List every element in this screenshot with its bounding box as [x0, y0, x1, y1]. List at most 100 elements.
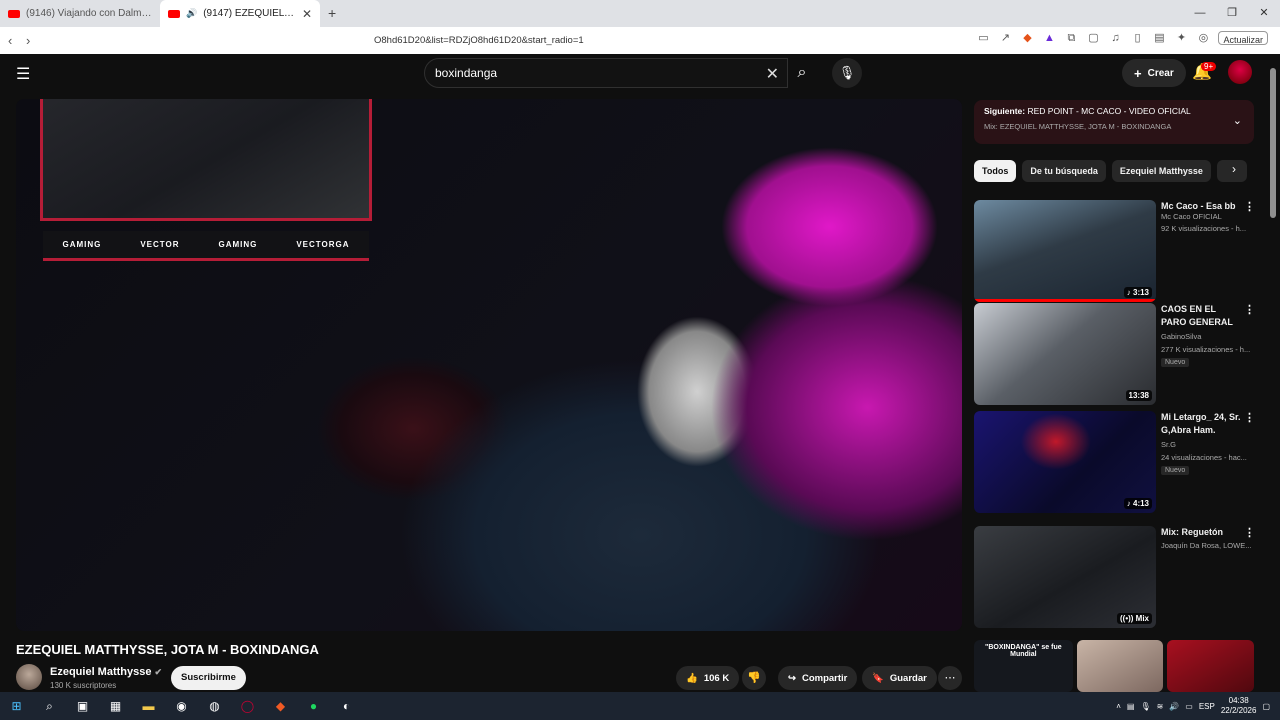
channel-name[interactable]: Ezequiel Matthysse: [50, 666, 151, 678]
page-scrollbar[interactable]: [1270, 62, 1276, 692]
close-window-button[interactable]: ✕: [1248, 0, 1280, 27]
wifi-icon[interactable]: ≋: [1157, 702, 1164, 711]
account-avatar[interactable]: [1228, 60, 1252, 84]
shorts-row: "BOXINDANGA" se fue Mundial: [974, 640, 1254, 692]
battery-icon[interactable]: ▭: [1185, 702, 1193, 711]
url-field[interactable]: O8hd61D20&list=RDZjO8hd61D20&start_radio…: [374, 35, 584, 46]
create-button[interactable]: + Crear: [1122, 59, 1186, 87]
app-icon[interactable]: ◯: [231, 692, 264, 720]
up-next-card[interactable]: Siguiente: RED POINT - MC CACO - VIDEO O…: [974, 100, 1254, 144]
video-thumbnail[interactable]: ♪ 4:13: [974, 411, 1156, 513]
twitter-social-label: GAMING: [218, 240, 258, 249]
channel-name-row[interactable]: Ezequiel Matthysse ✔: [50, 666, 162, 678]
rec-title[interactable]: Mix: Reguetón: [1161, 526, 1241, 539]
scrollbar-thumb[interactable]: [1270, 68, 1276, 218]
youtube-favicon-icon: [168, 9, 180, 18]
spotify-icon[interactable]: ●: [297, 692, 330, 720]
app-icon[interactable]: ◉: [165, 692, 198, 720]
short-thumbnail[interactable]: [1076, 640, 1164, 692]
more-vertical-icon[interactable]: ⋮: [1244, 411, 1255, 424]
task-view-icon[interactable]: ▣: [66, 692, 99, 720]
list-item[interactable]: ♪ 4:13 Mi Letargo_ 24, Sr. G,Abra Ham. S…: [974, 411, 1255, 515]
volume-icon[interactable]: 🔊: [1169, 702, 1179, 711]
wallet-icon[interactable]: ▤: [1152, 31, 1166, 45]
new-badge: Nuevo: [1161, 358, 1190, 367]
clear-search-icon[interactable]: ✕: [766, 64, 779, 84]
brave-rewards-icon[interactable]: ▲: [1042, 31, 1056, 45]
list-item[interactable]: ((•)) Mix Mix: Reguetón Joaquín Da Rosa,…: [974, 522, 1255, 628]
search-icon[interactable]: ⌕: [33, 692, 66, 720]
steam-icon[interactable]: ◍: [198, 692, 231, 720]
chevron-up-icon[interactable]: ˄: [1116, 702, 1121, 711]
update-button[interactable]: Actualizar: [1218, 31, 1268, 45]
short-thumbnail[interactable]: [1167, 640, 1254, 692]
leo-icon[interactable]: ✦: [1174, 31, 1188, 45]
chip-all[interactable]: Todos: [974, 160, 1017, 182]
mix-badge: ((•)) Mix: [1116, 613, 1152, 624]
windows-start-icon[interactable]: ⊞: [0, 692, 33, 720]
like-button[interactable]: 👍 106 K: [676, 666, 740, 690]
dislike-button[interactable]: 👎: [742, 666, 766, 690]
duration-badge: ♪ 3:13: [1123, 287, 1152, 298]
search-icon[interactable]: ⌕: [786, 58, 818, 88]
channel-avatar[interactable]: [16, 664, 42, 690]
network-icon[interactable]: ▤: [1127, 702, 1135, 711]
minimize-button[interactable]: —: [1184, 0, 1216, 27]
short-thumbnail[interactable]: "BOXINDANGA" se fue Mundial: [974, 640, 1073, 692]
instagram-social-label: VECTORGA: [296, 240, 350, 249]
rec-title[interactable]: CAOS EN EL PARO GENERAL: [1161, 303, 1241, 329]
chevron-down-icon[interactable]: ⌄: [1233, 114, 1242, 127]
video-player[interactable]: GAMING VECTOR GAMING VECTORGA: [16, 99, 962, 631]
more-actions-button[interactable]: ⋯: [938, 666, 962, 690]
clock[interactable]: 04:38 22/2/2026: [1221, 696, 1257, 716]
up-next-title: RED POINT - MC CACO - VIDEO OFICIAL: [1027, 106, 1191, 116]
rec-meta: 92 K visualizaciones - h...: [1161, 224, 1247, 233]
chip-from-search[interactable]: De tu búsqueda: [1022, 160, 1106, 182]
video-title: EZEQUIEL MATTHYSSE, JOTA M - BOXINDANGA: [16, 642, 319, 657]
microphone-icon[interactable]: 🎙: [1140, 702, 1150, 711]
save-button[interactable]: 🔖 Guardar: [862, 666, 937, 690]
sidebar-icon[interactable]: ▯: [1130, 31, 1144, 45]
app-icon[interactable]: ◐: [330, 692, 363, 720]
clock-time: 04:38: [1228, 696, 1249, 705]
windows-taskbar: ⊞ ⌕ ▣ ▦ ▬ ◉ ◍ ◯ ◆ ● ◐ ˄ ▤ 🎙 ≋ 🔊 ▭ ESP 04…: [0, 692, 1280, 720]
microphone-icon[interactable]: 🎙: [832, 58, 862, 88]
language-indicator[interactable]: ESP: [1199, 702, 1215, 711]
music-icon[interactable]: ♫: [1108, 31, 1122, 45]
browser-tab-2[interactable]: 🔊 (9147) EZEQUIEL MATTHYSSE ✕: [160, 0, 320, 27]
back-icon[interactable]: ‹: [8, 33, 26, 48]
list-item[interactable]: ♪ 3:13 Mc Caco - Esa bb Mc Caco OFICIAL …: [974, 200, 1255, 304]
more-vertical-icon[interactable]: ⋮: [1244, 526, 1255, 539]
hamburger-menu-icon[interactable]: ☰: [16, 64, 30, 84]
plus-icon: +: [1134, 65, 1142, 81]
notification-center-icon[interactable]: ▢: [1262, 702, 1270, 711]
new-tab-button[interactable]: +: [328, 0, 336, 27]
up-next-mix: Mix: EZEQUIEL MATTHYSSE, JOTA M - BOXIND…: [984, 122, 1172, 131]
share-button[interactable]: ↪ Compartir: [778, 666, 858, 690]
create-label: Crear: [1147, 67, 1174, 79]
close-tab-icon[interactable]: ✕: [302, 7, 312, 21]
extensions-icon[interactable]: ⧉: [1064, 31, 1078, 45]
screenshot-icon[interactable]: ▢: [1086, 31, 1100, 45]
video-thumbnail[interactable]: ♪ 3:13: [974, 200, 1156, 302]
more-vertical-icon[interactable]: ⋮: [1244, 200, 1255, 213]
chevron-right-icon[interactable]: ›: [1232, 162, 1236, 176]
maximize-button[interactable]: ❐: [1216, 0, 1248, 27]
more-vertical-icon[interactable]: ⋮: [1244, 303, 1255, 316]
mix-thumbnail[interactable]: ((•)) Mix: [974, 526, 1156, 628]
share-icon[interactable]: ↗: [998, 31, 1012, 45]
app-icon[interactable]: ▦: [99, 692, 132, 720]
subscribe-button[interactable]: Suscribirme: [171, 666, 246, 690]
file-explorer-icon[interactable]: ▬: [132, 692, 165, 720]
brave-shield-icon[interactable]: ◆: [1020, 31, 1034, 45]
list-item[interactable]: 13:38 CAOS EN EL PARO GENERAL GabinoSilv…: [974, 303, 1255, 407]
rec-title[interactable]: Mi Letargo_ 24, Sr. G,Abra Ham.: [1161, 411, 1241, 437]
brave-browser-icon[interactable]: ◆: [264, 692, 297, 720]
chip-channel[interactable]: Ezequiel Matthysse: [1111, 160, 1211, 182]
video-thumbnail[interactable]: 13:38: [974, 303, 1156, 405]
vpn-icon[interactable]: ◎: [1196, 31, 1210, 45]
browser-tab-1[interactable]: (9146) Viajando con Dalmau - YouTube: [0, 0, 160, 27]
forward-icon[interactable]: ›: [26, 33, 44, 48]
install-icon[interactable]: ▭: [976, 31, 990, 45]
search-input[interactable]: boxindanga ✕: [424, 58, 788, 88]
